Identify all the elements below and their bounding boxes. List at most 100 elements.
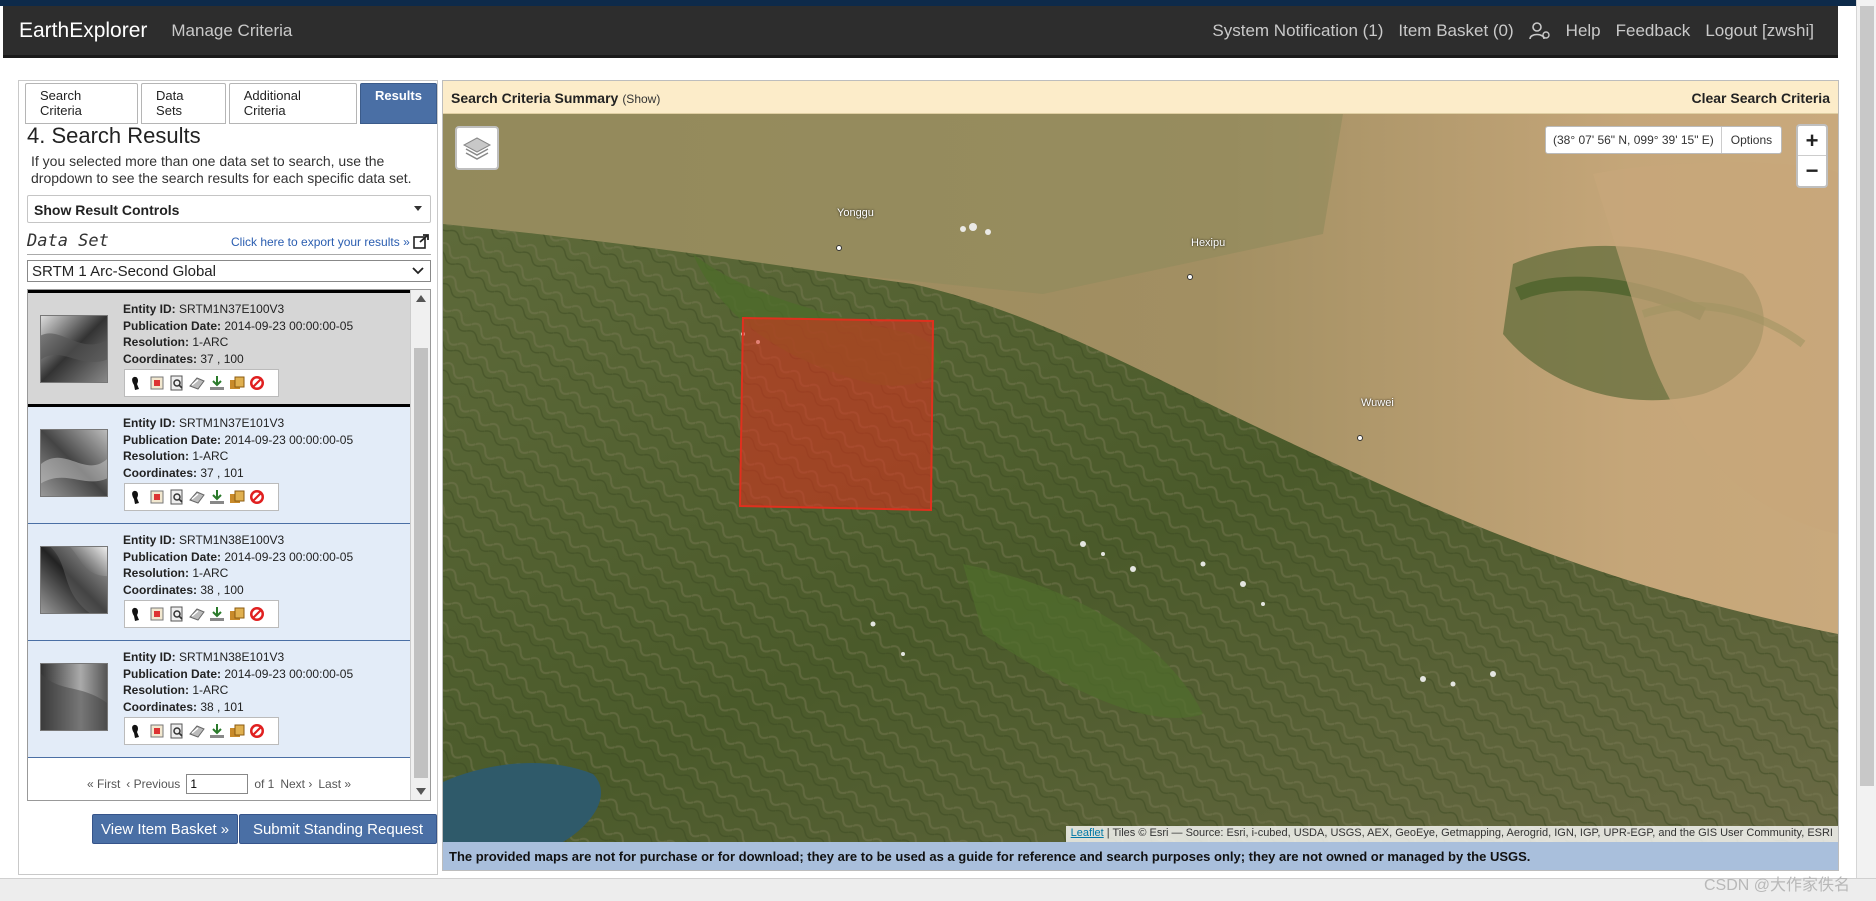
- publication-date-label: Publication Date:: [123, 549, 222, 564]
- coordinates-value: 37 , 101: [200, 465, 244, 480]
- map-canvas[interactable]: Yonggu Hexipu Wuwei (38° 07' 56" N, 099°…: [443, 114, 1838, 842]
- logout-link[interactable]: Logout [zwshi]: [1705, 21, 1814, 41]
- pager-next-link[interactable]: Next ›: [280, 777, 312, 791]
- compare-icon[interactable]: [188, 722, 206, 740]
- page-scroll-thumb[interactable]: [1860, 6, 1874, 786]
- dataset-label: Data Set: [27, 231, 109, 251]
- overlay-icon[interactable]: [148, 605, 166, 623]
- scroll-up-icon[interactable]: [416, 294, 426, 302]
- overlay-icon[interactable]: [148, 488, 166, 506]
- result-item[interactable]: Entity ID: SRTM1N37E100V3 Publication Da…: [28, 290, 410, 407]
- results-heading: 4. Search Results: [27, 123, 201, 148]
- result-toolbar: [124, 717, 279, 745]
- result-metadata: Entity ID: SRTM1N38E101V3 Publication Da…: [123, 649, 353, 715]
- order-icon[interactable]: [228, 605, 246, 623]
- bottom-scroll-area: [0, 878, 1876, 901]
- scroll-down-icon[interactable]: [416, 788, 426, 796]
- footprint-icon[interactable]: [128, 605, 146, 623]
- download-icon[interactable]: [208, 605, 226, 623]
- help-link[interactable]: Help: [1566, 21, 1601, 41]
- coordinates-label: Coordinates:: [123, 351, 198, 366]
- exclude-icon[interactable]: [248, 722, 266, 740]
- system-notification-link[interactable]: System Notification (1): [1212, 21, 1383, 41]
- entity-id-value: SRTM1N37E101V3: [179, 416, 285, 430]
- compare-icon[interactable]: [188, 605, 206, 623]
- entity-id-label: Entity ID:: [123, 650, 176, 664]
- show-result-controls-label: Show Result Controls: [34, 202, 180, 218]
- exclude-icon[interactable]: [248, 374, 266, 392]
- footprint-icon[interactable]: [128, 722, 146, 740]
- place-label-wuwei: Wuwei: [1361, 397, 1394, 409]
- dataset-dropdown[interactable]: SRTM 1 Arc-Second Global: [27, 260, 431, 282]
- caret-down-icon: [414, 206, 422, 211]
- result-item[interactable]: Entity ID: SRTM1N38E100V3 Publication Da…: [28, 524, 410, 641]
- tab-data-sets[interactable]: Data Sets: [141, 83, 226, 124]
- overlay-icon[interactable]: [148, 374, 166, 392]
- resolution-value: 1-ARC: [192, 335, 229, 349]
- result-toolbar: [124, 369, 279, 397]
- result-thumbnail[interactable]: [40, 663, 108, 731]
- pager-previous-link[interactable]: ‹ Previous: [126, 777, 180, 791]
- feedback-link[interactable]: Feedback: [1616, 21, 1691, 41]
- page-scrollbar[interactable]: [1856, 0, 1876, 901]
- exclude-icon[interactable]: [248, 488, 266, 506]
- clear-search-criteria-link[interactable]: Clear Search Criteria: [1691, 90, 1830, 106]
- search-criteria-summary-bar: Search Criteria Summary (Show) Clear Sear…: [443, 81, 1838, 114]
- result-thumbnail[interactable]: [40, 546, 108, 614]
- zoom-in-button[interactable]: +: [1798, 126, 1826, 156]
- coordinates-value: 38 , 100: [200, 582, 244, 597]
- result-thumbnail[interactable]: [40, 429, 108, 497]
- map-options-button[interactable]: Options: [1722, 133, 1781, 147]
- manage-criteria-link[interactable]: Manage Criteria: [171, 21, 292, 41]
- result-item[interactable]: Entity ID: SRTM1N37E101V3 Publication Da…: [28, 407, 410, 524]
- metadata-icon[interactable]: [168, 488, 186, 506]
- satellite-map[interactable]: [443, 114, 1838, 842]
- tab-search-criteria[interactable]: Search Criteria: [25, 83, 139, 124]
- results-scroll-thumb[interactable]: [414, 348, 428, 778]
- tab-results[interactable]: Results: [360, 83, 437, 124]
- leaflet-link[interactable]: Leaflet: [1071, 827, 1104, 839]
- metadata-icon[interactable]: [168, 722, 186, 740]
- pager-of-label: of 1: [254, 777, 275, 791]
- dataset-divider: [27, 254, 431, 255]
- results-scrollbar[interactable]: [410, 290, 430, 800]
- user-settings-icon[interactable]: [1528, 21, 1551, 40]
- criteria-show-link[interactable]: (Show): [622, 92, 660, 106]
- publication-date-label: Publication Date:: [123, 318, 222, 333]
- order-icon[interactable]: [228, 374, 246, 392]
- result-item[interactable]: Entity ID: SRTM1N38E101V3 Publication Da…: [28, 641, 410, 758]
- item-basket-link[interactable]: Item Basket (0): [1398, 21, 1513, 41]
- layers-button[interactable]: [455, 126, 499, 170]
- submit-standing-request-button[interactable]: Submit Standing Request »: [239, 814, 437, 855]
- show-result-controls-toggle[interactable]: Show Result Controls: [27, 195, 431, 223]
- result-metadata: Entity ID: SRTM1N37E100V3 Publication Da…: [123, 301, 353, 367]
- download-icon[interactable]: [208, 488, 226, 506]
- entity-id-label: Entity ID:: [123, 302, 176, 316]
- result-thumbnail[interactable]: [40, 315, 108, 383]
- page-number-input[interactable]: [186, 774, 249, 794]
- external-link-icon[interactable]: [413, 234, 429, 249]
- exclude-icon[interactable]: [248, 605, 266, 623]
- view-item-basket-button[interactable]: View Item Basket »: [92, 814, 239, 844]
- download-icon[interactable]: [208, 374, 226, 392]
- compare-icon[interactable]: [188, 488, 206, 506]
- brand-logo[interactable]: EarthExplorer: [19, 19, 147, 43]
- publication-date-value: 2014-09-23 00:00:00-05: [224, 549, 354, 564]
- export-results-link[interactable]: Click here to export your results »: [231, 235, 410, 249]
- coordinates-label: Coordinates:: [123, 582, 198, 597]
- order-icon[interactable]: [228, 722, 246, 740]
- pager-last-link[interactable]: Last »: [318, 777, 351, 791]
- metadata-icon[interactable]: [168, 605, 186, 623]
- pager-first-link[interactable]: « First: [87, 777, 120, 791]
- footprint-icon[interactable]: [128, 374, 146, 392]
- footprint-overlay[interactable]: [738, 316, 935, 512]
- cursor-coordinates: (38° 07' 56" N, 099° 39' 15" E): [1546, 127, 1722, 153]
- compare-icon[interactable]: [188, 374, 206, 392]
- overlay-icon[interactable]: [148, 722, 166, 740]
- tab-additional-criteria[interactable]: Additional Criteria: [228, 83, 358, 124]
- order-icon[interactable]: [228, 488, 246, 506]
- metadata-icon[interactable]: [168, 374, 186, 392]
- footprint-icon[interactable]: [128, 488, 146, 506]
- zoom-out-button[interactable]: −: [1798, 156, 1826, 186]
- download-icon[interactable]: [208, 722, 226, 740]
